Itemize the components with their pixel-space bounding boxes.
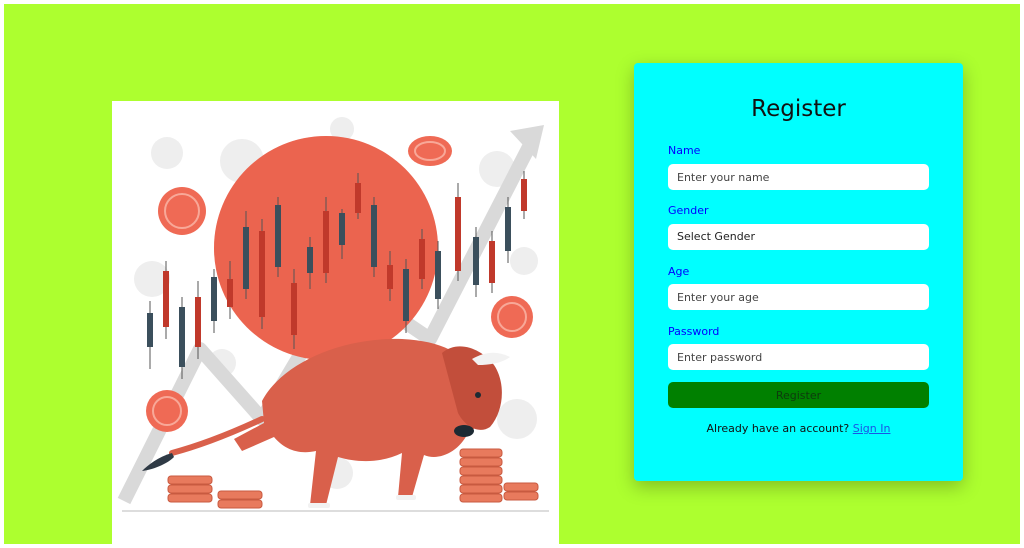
page-background: Register Name Gender Select Gender Age P…: [4, 4, 1020, 548]
password-input[interactable]: [668, 344, 929, 370]
bull-market-illustration-icon: [117, 117, 549, 512]
gender-select-value: Select Gender: [677, 230, 755, 243]
form-title: Register: [751, 96, 846, 122]
name-input[interactable]: [668, 164, 929, 190]
gender-label: Gender: [668, 204, 709, 217]
signin-link[interactable]: Sign In: [853, 422, 891, 435]
age-label: Age: [668, 265, 690, 278]
register-button[interactable]: Register: [668, 382, 929, 408]
register-card: Register Name Gender Select Gender Age P…: [634, 63, 963, 481]
name-label: Name: [668, 144, 701, 157]
bull-market-illustration: [112, 101, 559, 548]
signin-row: Already have an account? Sign In: [634, 422, 963, 435]
signin-prompt: Already have an account?: [706, 422, 850, 435]
age-input[interactable]: [668, 284, 929, 310]
password-label: Password: [668, 325, 720, 338]
gender-select[interactable]: Select Gender: [668, 224, 929, 250]
